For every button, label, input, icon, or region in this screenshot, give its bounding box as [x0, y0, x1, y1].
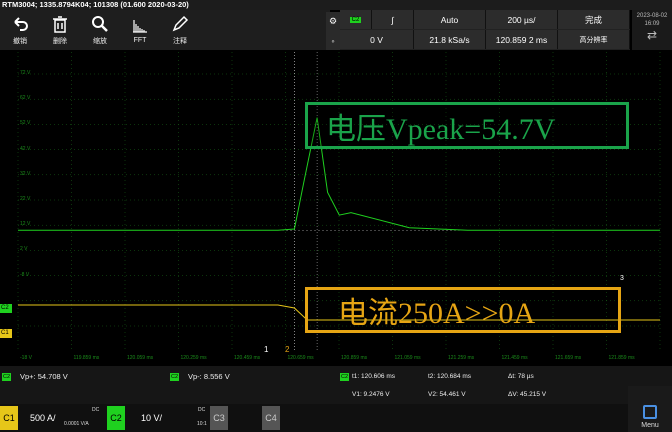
menu-button[interactable]: Menu	[628, 386, 672, 432]
record-length[interactable]: 120.859 2 ms	[486, 30, 558, 49]
x-tick-label: 121.259 ms	[448, 355, 475, 361]
x-tick-label: 121.459 ms	[501, 355, 528, 361]
c1-offset-marker[interactable]: C1	[0, 329, 12, 338]
cursor-v2[interactable]: V2: 54.461 V	[428, 391, 466, 398]
cursor-v1[interactable]: V1: 9.2476 V	[352, 391, 390, 398]
window-title: RTM3004; 1335.8794K04; 101308 (01.600 20…	[0, 0, 672, 10]
zoom-button[interactable]: 缩放	[80, 10, 120, 50]
x-tick-label: 119.859 ms	[73, 355, 100, 361]
undo-icon	[14, 16, 28, 31]
zoom-icon	[92, 15, 108, 32]
x-tick-label: 120.859 ms	[341, 355, 368, 361]
annotate-label: 注释	[173, 37, 187, 45]
fft-icon	[133, 20, 147, 33]
y-tick-label: -8 V	[20, 271, 30, 278]
x-tick-label: 121.859 ms	[608, 355, 635, 361]
fft-label: FFT	[133, 37, 147, 44]
x-tick-label: 120.659 ms	[287, 355, 314, 361]
c1-scale: 500 A/	[30, 413, 56, 423]
c2-scale: 10 V/	[141, 413, 163, 423]
channel-c2[interactable]: C2 10 V/ DC 10:1	[107, 406, 207, 430]
level-marker[interactable]: 3	[620, 275, 624, 282]
undo-label: 撤销	[13, 37, 27, 45]
measurement-panel: C2 Vp+: 54.708 V C2 Vp-: 8.556 V C2 t1: …	[0, 366, 672, 404]
usb-icon: ◦	[331, 35, 335, 46]
x-tick-label: -18 V	[20, 355, 32, 361]
c2-label: C2	[107, 406, 125, 430]
sample-rate[interactable]: 21.8 kSa/s	[414, 30, 486, 49]
vp-minus-value[interactable]: Vp-: 8.556 V	[188, 372, 230, 381]
c2-probe: 10:1	[197, 421, 207, 427]
trash-icon	[53, 15, 67, 33]
current-annotation: 电流250A>>0A	[305, 287, 621, 333]
x-tick-label: 120.459 ms	[234, 355, 261, 361]
undo-button[interactable]: 撤销	[0, 10, 40, 50]
toolbar: 撤销 删除 缩放 FFT 注释	[0, 10, 330, 50]
c1-label: C1	[0, 406, 18, 430]
clock-date: 2023-08-02	[636, 13, 668, 19]
c1-probe: 0.0001 V/A	[64, 421, 89, 427]
delete-label: 删除	[53, 37, 67, 45]
delete-button[interactable]: 删除	[40, 10, 80, 50]
channel-c1[interactable]: C1 500 A/ DC 0.0001 V/A	[0, 406, 105, 430]
clock-time: 16:09	[644, 21, 660, 27]
pen-icon	[172, 15, 189, 31]
y-tick-label: 52 V	[20, 120, 31, 127]
trigger-slope[interactable]: ∫	[372, 10, 414, 29]
y-tick-label: 2 V	[20, 246, 28, 253]
x-tick-label: 121.659 ms	[555, 355, 582, 361]
trigger-mode[interactable]: Auto	[414, 10, 486, 29]
cursor-dt[interactable]: Δt: 78 µs	[508, 373, 534, 380]
zoom-label: 缩放	[93, 37, 107, 45]
y-tick-label: 12 V	[20, 221, 31, 228]
trigger-panel: C2 ∫ Auto 200 µs/ 完成 0 V 21.8 kSa/s 120.…	[340, 10, 630, 50]
channel-c3[interactable]: C3	[210, 406, 260, 430]
channel-c4[interactable]: C4	[262, 406, 312, 430]
y-tick-label: 72 V	[20, 70, 31, 76]
acquisition-status[interactable]: 完成	[558, 10, 630, 29]
c2-offset-marker[interactable]: C2	[0, 304, 12, 313]
y-tick-label: 42 V	[20, 145, 31, 152]
y-tick-label: 22 V	[20, 196, 31, 202]
x-tick-label: 121.059 ms	[394, 355, 421, 361]
settings-button[interactable]: ⚙ ◦	[326, 12, 340, 50]
clock: 2023-08-02 16:09 ⇄	[632, 10, 672, 50]
vp-plus-value[interactable]: Vp+: 54.708 V	[20, 372, 68, 381]
x-tick-label: 120.059 ms	[127, 355, 154, 361]
trigger-source[interactable]: C2	[340, 10, 372, 29]
cursor-channel-badge: C2	[340, 373, 349, 381]
fft-button[interactable]: FFT	[120, 10, 160, 50]
gear-icon: ⚙	[328, 16, 338, 27]
meas2-channel-badge: C2	[170, 373, 179, 381]
meas1-channel-badge: C2	[2, 373, 11, 381]
acquisition-mode[interactable]: 高分辨率	[558, 30, 630, 49]
usb-connection-icon: ⇄	[646, 28, 658, 42]
channel-bar: C1 500 A/ DC 0.0001 V/A C2 10 V/ DC 10:1…	[0, 404, 672, 432]
trigger-source-badge: C2	[349, 16, 362, 23]
x-tick-label: 120.259 ms	[180, 355, 207, 361]
y-tick-label: 62 V	[20, 95, 31, 102]
c1-coupling: DC	[92, 407, 100, 413]
cursor-2-label[interactable]: 2	[285, 345, 289, 354]
c2-coupling: DC	[198, 407, 206, 413]
cursor-t2[interactable]: t2: 120.684 ms	[428, 373, 471, 380]
c4-label: C4	[262, 406, 280, 430]
annotate-button[interactable]: 注释	[160, 10, 200, 50]
menu-icon	[643, 405, 657, 419]
cursor-t1[interactable]: t1: 120.606 ms	[352, 373, 395, 380]
cursor-dv[interactable]: ΔV: 45.215 V	[508, 391, 546, 398]
cursor-1-label[interactable]: 1	[264, 345, 268, 354]
y-tick-label: 32 V	[20, 170, 31, 177]
timebase[interactable]: 200 µs/	[486, 10, 558, 29]
c3-label: C3	[210, 406, 228, 430]
trigger-level[interactable]: 0 V	[340, 30, 414, 49]
menu-label: Menu	[641, 422, 659, 429]
voltage-annotation: 电压Vpeak=54.7V	[305, 102, 629, 149]
